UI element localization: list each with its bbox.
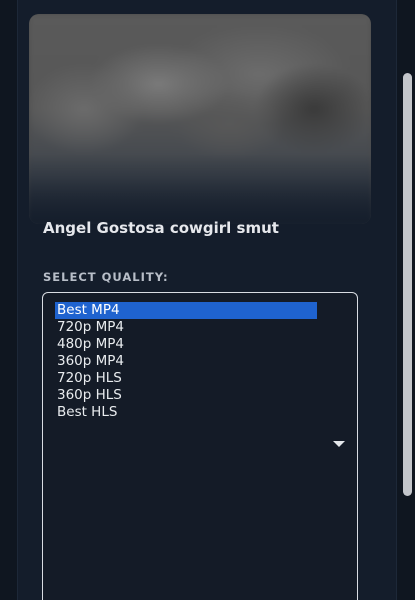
quality-option-720p-hls[interactable]: 720p HLS [55, 370, 317, 387]
quality-label: SELECT QUALITY: [43, 270, 169, 284]
quality-option-720p-mp4[interactable]: 720p MP4 [55, 319, 317, 336]
video-thumbnail[interactable] [29, 14, 371, 224]
app-window: Angel Gostosa cowgirl smut SELECT QUALIT… [0, 0, 415, 600]
video-title: Angel Gostosa cowgirl smut [43, 219, 279, 237]
quality-select[interactable]: Best MP4 720p MP4 480p MP4 360p MP4 720p… [42, 292, 358, 600]
quality-option-480p-mp4[interactable]: 480p MP4 [55, 336, 317, 353]
quality-options-list: Best MP4 720p MP4 480p MP4 360p MP4 720p… [55, 302, 317, 421]
chevron-down-icon[interactable] [333, 441, 345, 447]
quality-option-best-hls[interactable]: Best HLS [55, 404, 317, 421]
quality-option-360p-hls[interactable]: 360p HLS [55, 387, 317, 404]
quality-option-360p-mp4[interactable]: 360p MP4 [55, 353, 317, 370]
scrollbar-thumb[interactable] [403, 73, 412, 496]
thumbnail-gradient [29, 154, 371, 224]
page-scrollbar[interactable] [402, 0, 413, 600]
quality-option-best-mp4[interactable]: Best MP4 [55, 302, 317, 319]
